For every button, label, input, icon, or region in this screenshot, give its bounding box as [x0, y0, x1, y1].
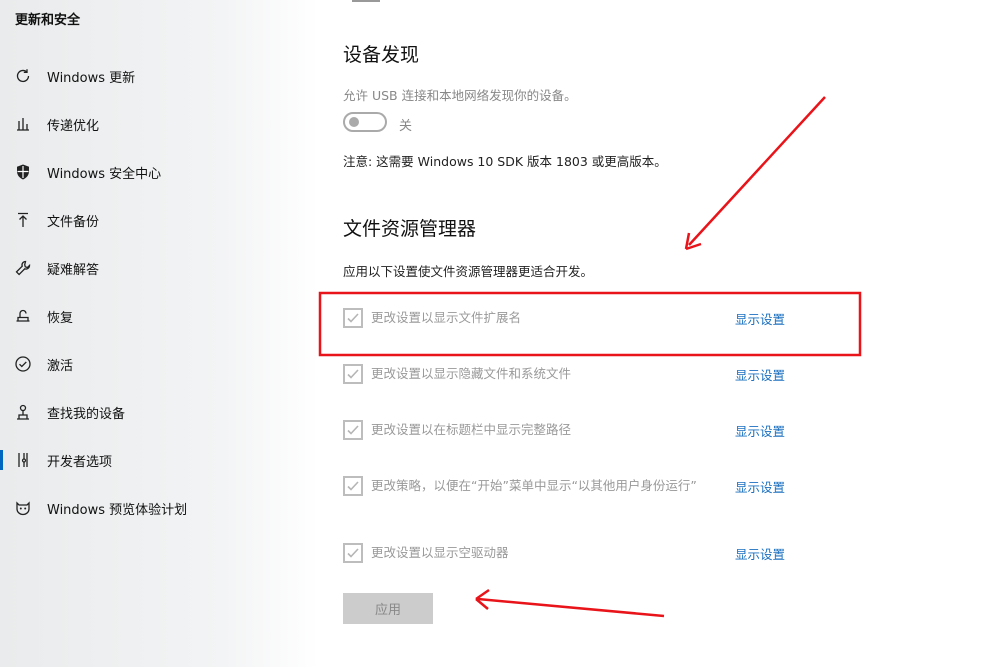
device-discovery-title: 设备发现: [343, 44, 420, 66]
checkmark-icon: [347, 425, 359, 435]
shield-icon: [14, 163, 32, 181]
backup-icon: [14, 211, 32, 229]
sidebar-item-delivery-optimization[interactable]: 传递优化: [0, 104, 319, 144]
insider-icon: [14, 499, 32, 517]
check-circle-icon: [14, 355, 32, 373]
sidebar-item-find-my-device[interactable]: 查找我的设备: [0, 392, 319, 432]
show-settings-link[interactable]: 显示设置: [735, 309, 785, 328]
sidebar-item-file-backup[interactable]: 文件备份: [0, 200, 319, 240]
option-label: 更改设置以显示隐藏文件和系统文件: [371, 366, 572, 381]
recovery-icon: [14, 307, 32, 325]
sidebar-item-label: 疑难解答: [47, 262, 100, 278]
sdk-note: 注意: 这需要 Windows 10 SDK 版本 1803 或更高版本。: [343, 154, 667, 169]
show-settings-link[interactable]: 显示设置: [735, 365, 785, 384]
checkmark-icon: [347, 369, 359, 379]
wrench-icon: [14, 259, 32, 277]
sidebar-item-activation[interactable]: 激活: [0, 344, 319, 384]
sidebar-item-label: 激活: [47, 358, 74, 374]
checkmark-icon: [347, 548, 359, 558]
apply-button[interactable]: 应用: [343, 593, 433, 624]
sidebar-item-label: 开发者选项: [47, 454, 113, 470]
option-label: 更改设置以显示文件扩展名: [371, 310, 522, 325]
sidebar-item-label: 传递优化: [47, 118, 100, 134]
file-explorer-description: 应用以下设置使文件资源管理器更适合开发。: [343, 264, 594, 279]
checkmark-icon: [347, 313, 359, 323]
sidebar-item-label: 恢复: [47, 310, 74, 326]
developer-icon: [14, 451, 32, 469]
sidebar-item-windows-update[interactable]: Windows 更新: [0, 56, 319, 96]
scroll-remnant: [352, 0, 380, 2]
file-explorer-title: 文件资源管理器: [343, 218, 477, 240]
sidebar-header: 更新和安全: [15, 13, 81, 28]
checkbox[interactable]: [343, 420, 363, 440]
checkmark-icon: [347, 481, 359, 491]
show-settings-link[interactable]: 显示设置: [735, 477, 785, 496]
sidebar-item-recovery[interactable]: 恢复: [0, 296, 319, 336]
checkbox[interactable]: [343, 476, 363, 496]
sidebar-item-label: Windows 预览体验计划: [47, 502, 188, 518]
option-label: 更改设置以显示空驱动器: [371, 545, 509, 560]
sidebar-item-label: 文件备份: [47, 214, 100, 230]
sidebar-item-developer-options[interactable]: 开发者选项: [0, 440, 319, 480]
sidebar-item-label: Windows 更新: [47, 70, 136, 86]
device-discovery-description: 允许 USB 连接和本地网络发现你的设备。: [343, 88, 577, 103]
show-settings-link[interactable]: 显示设置: [735, 421, 785, 440]
delivery-icon: [14, 115, 32, 133]
show-settings-link[interactable]: 显示设置: [735, 544, 785, 563]
find-device-icon: [14, 403, 32, 421]
active-indicator: [0, 450, 3, 470]
toggle-state-label: 关: [399, 119, 413, 134]
checkbox[interactable]: [343, 543, 363, 563]
checkbox[interactable]: [343, 364, 363, 384]
refresh-icon: [14, 67, 32, 85]
checkbox[interactable]: [343, 308, 363, 328]
option-label: 更改设置以在标题栏中显示完整路径: [371, 422, 572, 437]
sidebar-item-troubleshoot[interactable]: 疑难解答: [0, 248, 319, 288]
sidebar-item-windows-security[interactable]: Windows 安全中心: [0, 152, 319, 192]
sidebar: 更新和安全 Windows 更新 传递优化 Windows 安全中心 文件备份 …: [0, 0, 319, 667]
sidebar-item-windows-insider[interactable]: Windows 预览体验计划: [0, 488, 319, 528]
toggle-knob: [349, 117, 359, 127]
option-label: 更改策略，以便在“开始”菜单中显示“以其他用户身份运行”: [371, 478, 697, 493]
device-discovery-toggle[interactable]: [343, 112, 387, 132]
sidebar-item-label: Windows 安全中心: [47, 166, 162, 182]
sidebar-item-label: 查找我的设备: [47, 406, 126, 422]
